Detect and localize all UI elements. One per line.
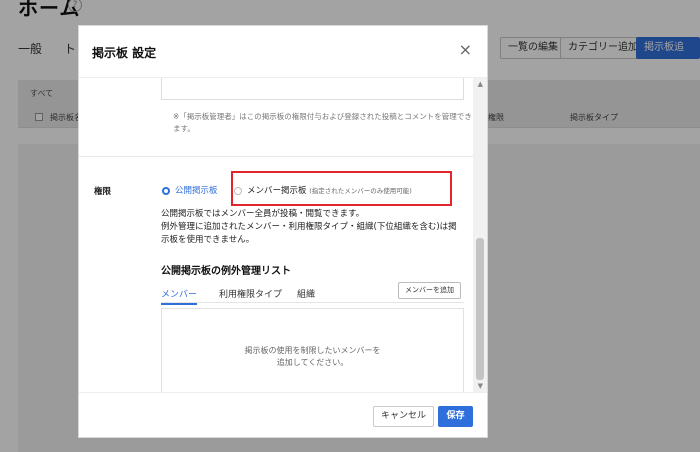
dialog-body: ※「掲示板管理者」はこの掲示板の権限付与および登録された投稿とコメントを管理でき… [79,78,475,392]
permission-description: 公開掲示板ではメンバー全員が投稿・閲覧できます。 例外管理に追加されたメンバー・… [161,208,461,247]
admin-note: ※「掲示板管理者」はこの掲示板の権限付与および登録された投稿とコメントを管理でき… [173,112,472,133]
scroll-down-icon[interactable]: ▼ [478,382,483,390]
tab-organization[interactable]: 組織 [297,287,315,300]
exception-list-box: 掲示板の使用を制限したいメンバーを 追加してください。 [161,308,464,392]
dialog-title: 掲示板 設定 [92,46,157,60]
section-divider [79,156,475,157]
board-settings-dialog: 掲示板 設定 × ※「掲示板管理者」はこの掲示板の権限付与および登録された投稿と… [78,25,488,438]
permission-label: 権限 [94,187,112,197]
scroll-up-icon[interactable]: ▲ [478,80,483,88]
empty-message: 掲示板の使用を制限したいメンバーを 追加してください。 [162,345,463,369]
save-button[interactable]: 保存 [438,406,473,427]
description-line: 公開掲示板ではメンバー全員が投稿・閲覧できます。 [161,209,365,219]
public-board-radio[interactable] [162,187,170,195]
admin-list-box[interactable] [161,78,464,100]
scrollbar-thumb[interactable] [476,238,484,380]
footer-divider [79,392,487,393]
public-board-option-label[interactable]: 公開掲示板 [175,184,218,196]
tabs-divider [161,302,464,303]
empty-message-line: 追加してください。 [276,358,349,367]
close-icon[interactable]: × [459,42,472,58]
empty-message-line: 掲示板の使用を制限したいメンバーを [244,346,381,355]
add-member-button[interactable]: メンバーを追加 [398,282,461,299]
tab-permission-type[interactable]: 利用権限タイプ [219,287,282,300]
description-line: 例外管理に追加されたメンバー・利用権限タイプ・組織(下位組織を含む)は掲示板を使… [161,222,457,245]
exception-list-title: 公開掲示板の例外管理リスト [161,266,291,277]
cancel-button[interactable]: キャンセル [373,406,435,427]
highlight-box [231,171,452,206]
